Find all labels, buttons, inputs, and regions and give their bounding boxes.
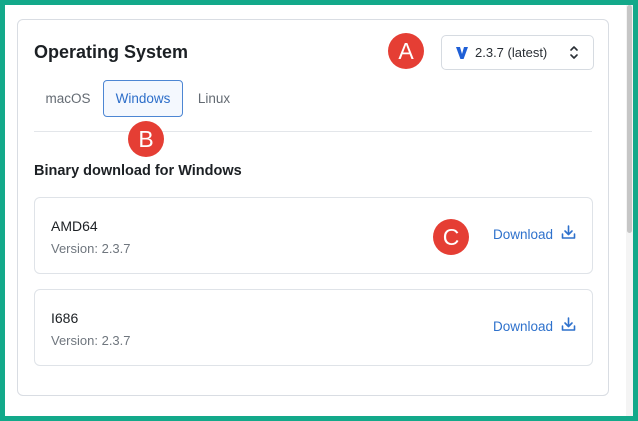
scrollbar-thumb[interactable]: [627, 5, 632, 233]
version-select-value: 2.3.7 (latest): [475, 45, 548, 60]
arch-version: Version: 2.3.7: [51, 333, 131, 348]
download-icon: [561, 316, 576, 331]
tab-windows[interactable]: Windows: [103, 80, 183, 117]
divider: [34, 131, 592, 132]
section-title: Binary download for Windows: [34, 163, 242, 179]
download-link-amd64[interactable]: Download: [492, 224, 576, 242]
download-link-i686[interactable]: Download: [492, 316, 576, 334]
download-link-label: Download: [492, 227, 553, 242]
download-icon: [561, 224, 576, 239]
arch-name: I686: [51, 310, 79, 326]
annotation-marker-a: A: [388, 33, 424, 69]
tab-linux[interactable]: Linux: [184, 80, 244, 117]
download-row-amd64: AMD64 Version: 2.3.7 Download: [34, 197, 593, 274]
scrollbar[interactable]: [626, 5, 633, 416]
download-link-label: Download: [492, 319, 553, 334]
os-download-card: Operating System 2.3.7 (latest) macOS Wi…: [17, 19, 609, 396]
arch-name: AMD64: [51, 218, 98, 234]
chevron-up-down-icon: [570, 46, 578, 59]
download-row-i686: I686 Version: 2.3.7 Download: [34, 289, 593, 366]
version-select[interactable]: 2.3.7 (latest): [441, 35, 594, 70]
arch-version: Version: 2.3.7: [51, 241, 131, 256]
tab-macos[interactable]: macOS: [34, 80, 102, 117]
annotation-marker-b: B: [128, 121, 164, 157]
page-title: Operating System: [34, 42, 189, 62]
v-logo-icon: [456, 46, 468, 59]
annotation-marker-c: C: [433, 219, 469, 255]
